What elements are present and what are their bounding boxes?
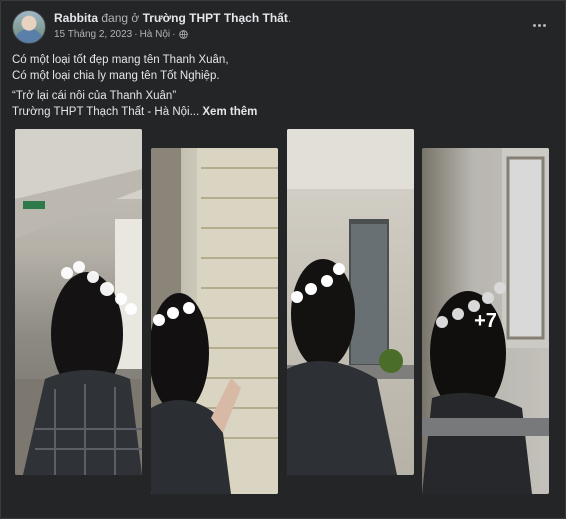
- globe-icon[interactable]: [179, 30, 189, 39]
- meta-separator: ·: [172, 29, 176, 40]
- gallery-photo-1[interactable]: [15, 129, 142, 475]
- photo-girl-window: [151, 148, 278, 494]
- post-meta: 15 Tháng 2, 2023 · Hà Nội ·: [54, 29, 189, 40]
- gallery-photo-4[interactable]: +7: [422, 148, 549, 494]
- title-period: .: [287, 11, 292, 25]
- location-link[interactable]: Trường THPT Thạch Thất: [143, 11, 288, 25]
- post-place: Hà Nội: [139, 29, 171, 40]
- post-date[interactable]: 15 Tháng 2, 2023: [54, 29, 132, 40]
- post-title-line: Rabbita đang ở Trường THPT Thạch Thất.: [54, 11, 291, 25]
- caption-line: Có một loại chia ly mang tên Tốt Nghiệp.: [12, 70, 220, 82]
- more-horizontal-icon[interactable]: [527, 16, 551, 34]
- avatar[interactable]: [12, 10, 46, 44]
- meta-separator: ·: [134, 29, 138, 40]
- post-header: Rabbita đang ở Trường THPT Thạch Thất. 1…: [12, 10, 552, 46]
- photo-girl-hallway: [15, 129, 142, 475]
- post-caption: Có một loại tốt đẹp mang tên Thanh Xuân,…: [12, 52, 552, 120]
- checkin-text: đang ở: [101, 11, 140, 25]
- author-name[interactable]: Rabbita: [54, 11, 98, 25]
- caption-text: Trường THPT Thạch Thất - Hà Nội...: [12, 106, 200, 118]
- gallery-photo-3[interactable]: [287, 129, 414, 475]
- caption-line: Trường THPT Thạch Thất - Hà Nội... Xem t…: [12, 104, 552, 120]
- see-more-link[interactable]: Xem thêm: [202, 106, 257, 118]
- gallery-photo-2[interactable]: [151, 148, 278, 494]
- more-photos-count: +7: [474, 309, 497, 332]
- photo-girl-balcony: [287, 129, 414, 475]
- more-photos-overlay[interactable]: +7: [422, 148, 549, 494]
- caption-line: Có một loại tốt đẹp mang tên Thanh Xuân,: [12, 54, 229, 66]
- caption-line: “Trở lại cái nôi của Thanh Xuân”: [12, 90, 177, 102]
